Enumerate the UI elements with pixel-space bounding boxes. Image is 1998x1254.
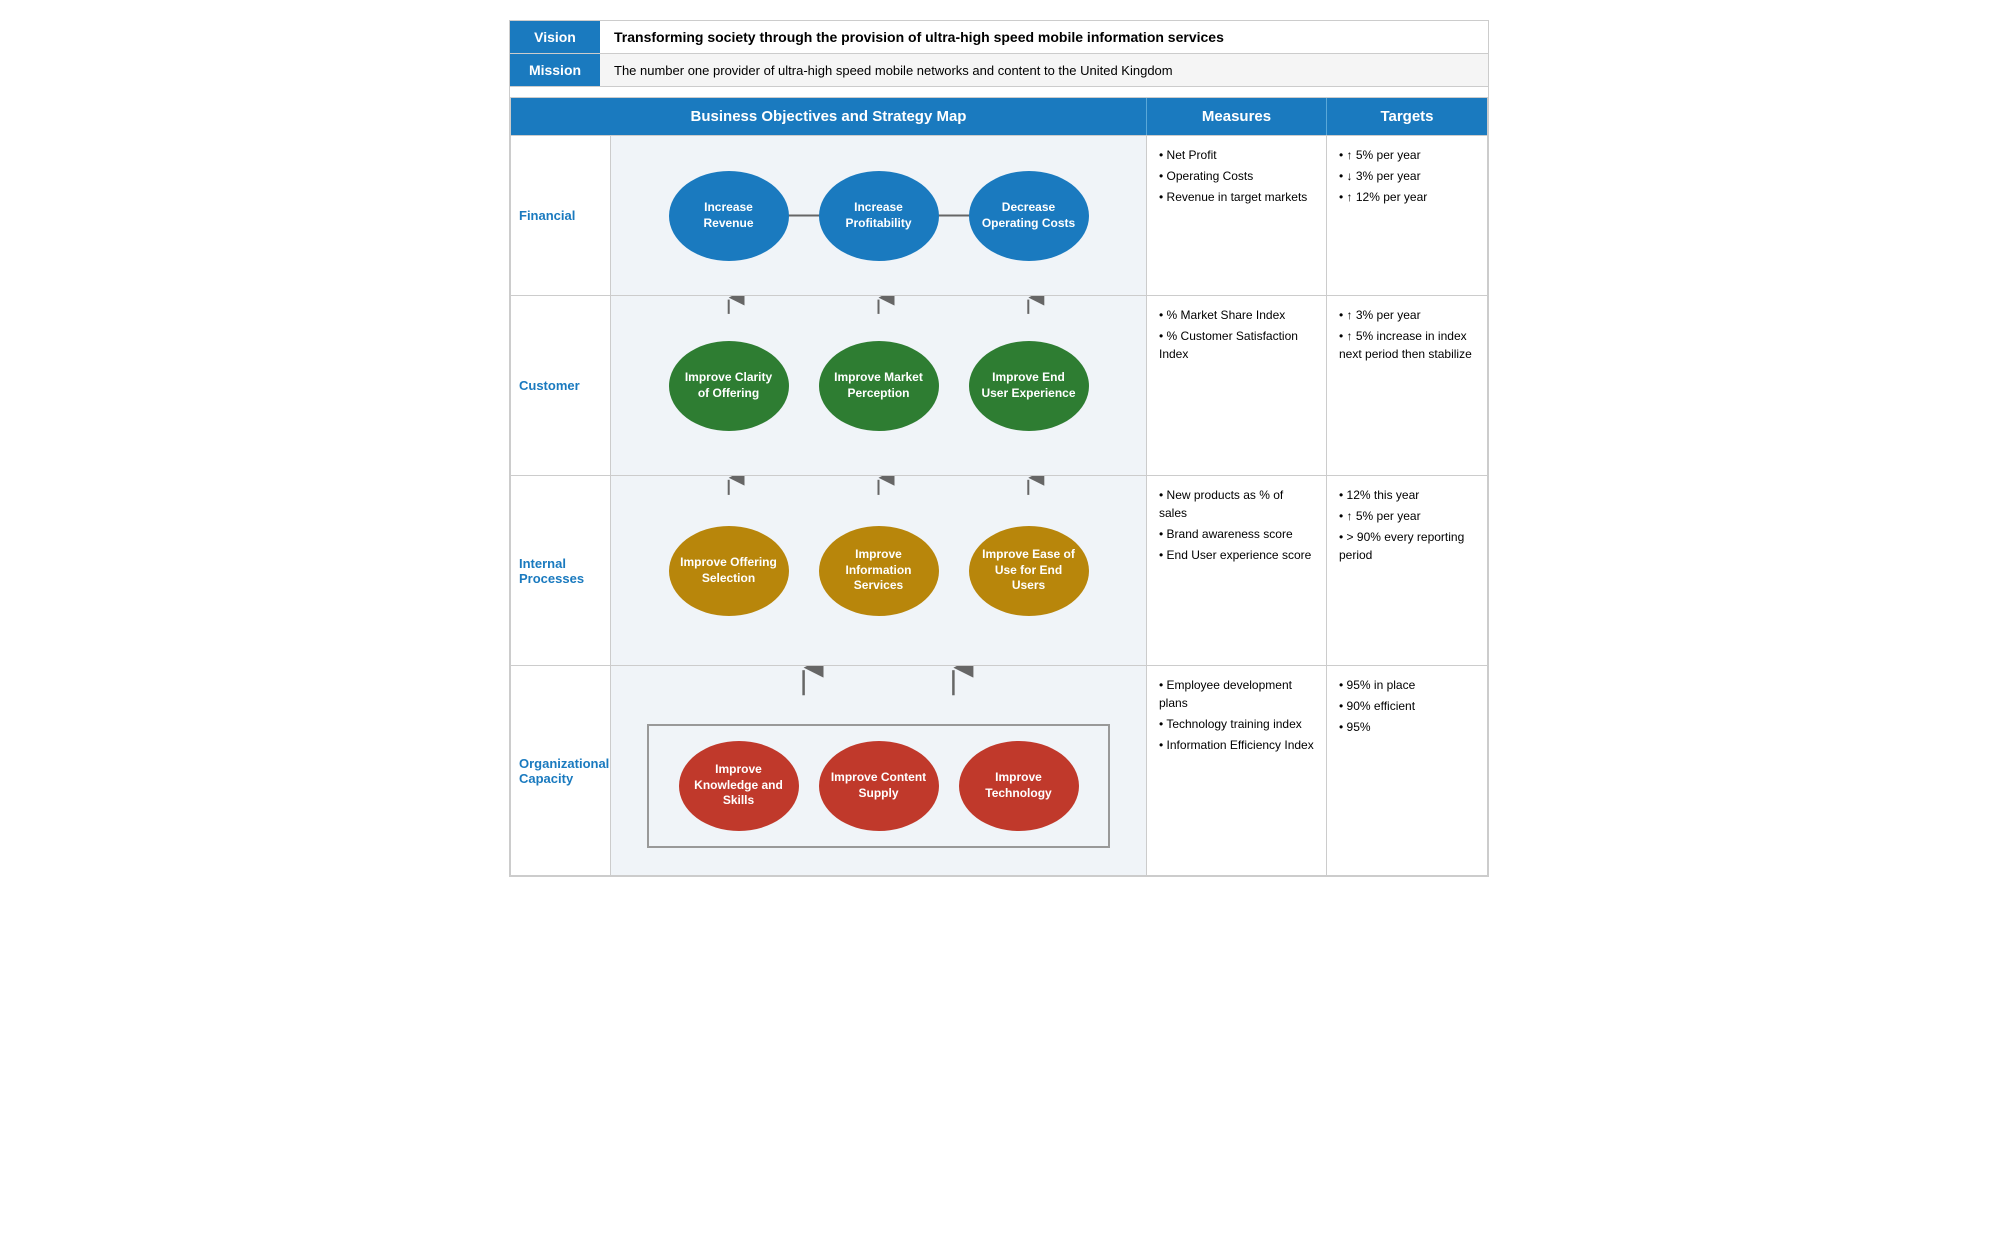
main-wrapper: Vision Transforming society through the … — [509, 20, 1489, 877]
node-ease-of-use: Improve Ease of Use for End Users — [969, 526, 1089, 616]
node-increase-revenue: Increase Revenue — [669, 171, 789, 261]
node-content-supply: Improve Content Supply — [819, 741, 939, 831]
customer-diagram: Improve Clarity of Offering Improve Mark… — [611, 296, 1147, 475]
customer-label: Customer — [511, 296, 611, 475]
financial-row: Financial — [511, 135, 1487, 295]
measure-item: % Customer Satisfaction Index — [1159, 327, 1314, 363]
customer-nodes: Improve Clarity of Offering Improve Mark… — [621, 341, 1136, 431]
vision-label: Vision — [510, 21, 600, 53]
org-measures: Employee development plans Technology tr… — [1147, 666, 1327, 875]
measure-item: Technology training index — [1159, 715, 1314, 733]
internal-diagram: Improve Offering Selection Improve Infor… — [611, 476, 1147, 665]
header-main: Business Objectives and Strategy Map — [511, 98, 1147, 135]
mission-content: The number one provider of ultra-high sp… — [600, 54, 1488, 86]
measure-item: % Market Share Index — [1159, 306, 1314, 324]
mission-label: Mission — [510, 54, 600, 86]
target-item: ↓ 3% per year — [1339, 167, 1475, 185]
node-offering-selection: Improve Offering Selection — [669, 526, 789, 616]
vision-content: Transforming society through the provisi… — [600, 21, 1488, 53]
org-label: Organizational Capacity — [511, 666, 611, 875]
internal-nodes: Improve Offering Selection Improve Infor… — [621, 526, 1136, 616]
internal-targets: 12% this year ↑ 5% per year > 90% every … — [1327, 476, 1487, 665]
strategy-map: Business Objectives and Strategy Map Mea… — [510, 97, 1488, 876]
target-item: > 90% every reporting period — [1339, 528, 1475, 564]
org-nodes-box: Improve Knowledge and Skills Improve Con… — [647, 724, 1111, 848]
node-info-services: Improve Information Services — [819, 526, 939, 616]
customer-measures: % Market Share Index % Customer Satisfac… — [1147, 296, 1327, 475]
internal-row: Internal Processes — [511, 475, 1487, 665]
measure-item: Employee development plans — [1159, 676, 1314, 712]
financial-targets: ↑ 5% per year ↓ 3% per year ↑ 12% per ye… — [1327, 136, 1487, 295]
measure-item: Net Profit — [1159, 146, 1314, 164]
target-item: ↑ 5% per year — [1339, 507, 1475, 525]
target-item: 90% efficient — [1339, 697, 1475, 715]
internal-measures: New products as % of sales Brand awarene… — [1147, 476, 1327, 665]
node-decrease-costs: Decrease Operating Costs — [969, 171, 1089, 261]
org-row: Organizational Capacity — [511, 665, 1487, 875]
customer-row: Customer — [511, 295, 1487, 475]
target-item: 95% in place — [1339, 676, 1475, 694]
node-clarity-offering: Improve Clarity of Offering — [669, 341, 789, 431]
financial-diagram: Increase Revenue Increase Profitability … — [611, 136, 1147, 295]
measure-item: New products as % of sales — [1159, 486, 1314, 522]
mission-row: Mission The number one provider of ultra… — [510, 54, 1488, 87]
strategy-header: Business Objectives and Strategy Map Mea… — [511, 98, 1487, 135]
target-item: ↑ 3% per year — [1339, 306, 1475, 324]
measure-item: Information Efficiency Index — [1159, 736, 1314, 754]
internal-label: Internal Processes — [511, 476, 611, 665]
target-item: ↑ 12% per year — [1339, 188, 1475, 206]
measure-item: Brand awareness score — [1159, 525, 1314, 543]
target-item: ↑ 5% per year — [1339, 146, 1475, 164]
org-targets: 95% in place 90% efficient 95% — [1327, 666, 1487, 875]
node-end-user-experience: Improve End User Experience — [969, 341, 1089, 431]
measure-item: Revenue in target markets — [1159, 188, 1314, 206]
node-increase-profitability: Increase Profitability — [819, 171, 939, 261]
node-technology: Improve Technology — [959, 741, 1079, 831]
header-targets: Targets — [1327, 98, 1487, 135]
target-item: 95% — [1339, 718, 1475, 736]
header-measures: Measures — [1147, 98, 1327, 135]
financial-nodes: Increase Revenue Increase Profitability … — [621, 171, 1136, 261]
node-knowledge-skills: Improve Knowledge and Skills — [679, 741, 799, 831]
measure-item: End User experience score — [1159, 546, 1314, 564]
financial-measures: Net Profit Operating Costs Revenue in ta… — [1147, 136, 1327, 295]
target-item: 12% this year — [1339, 486, 1475, 504]
customer-targets: ↑ 3% per year ↑ 5% increase in index nex… — [1327, 296, 1487, 475]
measure-item: Operating Costs — [1159, 167, 1314, 185]
org-diagram: Improve Knowledge and Skills Improve Con… — [611, 666, 1147, 875]
financial-label: Financial — [511, 136, 611, 295]
target-item: ↑ 5% increase in index next period then … — [1339, 327, 1475, 363]
vision-row: Vision Transforming society through the … — [510, 21, 1488, 54]
node-market-perception: Improve Market Perception — [819, 341, 939, 431]
